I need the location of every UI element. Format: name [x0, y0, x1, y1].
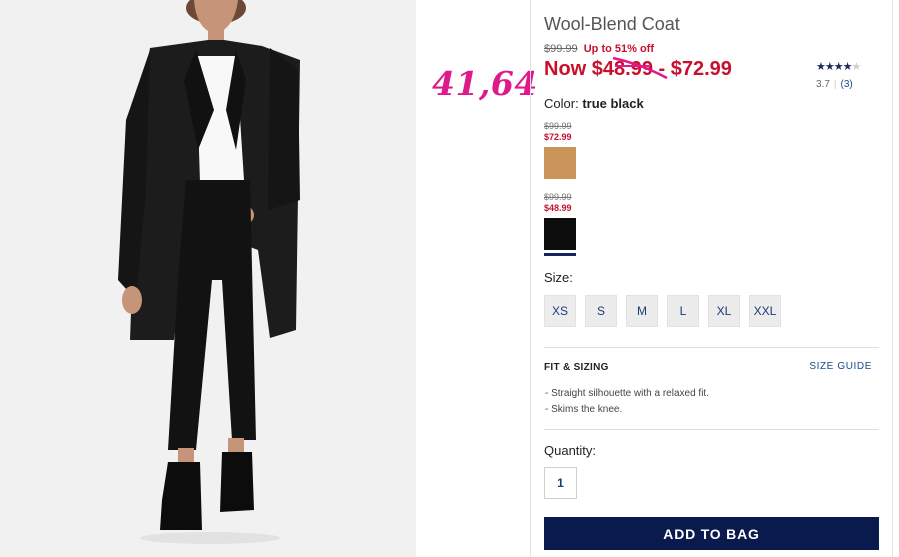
color-swatch-camel[interactable] [544, 147, 576, 179]
color-swatch-true-black[interactable] [544, 218, 576, 250]
product-detail-panel: Wool-Blend Coat $99.99 Up to 51% off Now… [530, 0, 893, 557]
quantity-label: Quantity: [544, 443, 597, 458]
color-label-text: Color: [544, 96, 579, 111]
fit-bullet: - Skims the knee. [545, 404, 623, 415]
swatch-new-price: $48.99 [544, 203, 572, 213]
price-annotation: 41,64 [432, 64, 538, 103]
rating-meta: 3.7 | (3) [816, 79, 853, 90]
star-rating-icon: ★★★★★ [816, 61, 861, 73]
rating-value: 3.7 [816, 79, 830, 90]
size-m-button[interactable]: M [626, 295, 658, 327]
size-s-button[interactable]: S [585, 295, 617, 327]
selected-color-name: true black [582, 96, 644, 111]
swatch-black-group[interactable]: $99.99 $48.99 [544, 192, 576, 256]
size-label: Size: [544, 270, 573, 285]
product-image [0, 0, 416, 557]
swatch-old-price: $99.99 [544, 192, 572, 202]
swatch-new-price: $72.99 [544, 132, 572, 142]
size-l-button[interactable]: L [667, 295, 699, 327]
fit-details-list: - Straight silhouette with a relaxed fit… [545, 386, 709, 418]
now-prefix: Now [544, 58, 587, 80]
divider [544, 347, 879, 348]
size-xxl-button[interactable]: XXL [749, 295, 781, 327]
size-xl-button[interactable]: XL [708, 295, 740, 327]
sale-price-high: $72.99 [670, 58, 732, 80]
original-price: $99.99 [544, 43, 578, 55]
handwritten-strike [612, 56, 668, 80]
size-options: XS S M L XL XXL [544, 295, 790, 327]
fit-bullet: - Straight silhouette with a relaxed fit… [545, 388, 709, 399]
add-to-bag-button[interactable]: ADD TO BAG [544, 517, 879, 550]
color-label: Color: true black [544, 96, 644, 111]
product-title: Wool-Blend Coat [544, 14, 680, 34]
review-count-link[interactable]: (3) [841, 79, 853, 90]
quantity-input[interactable]: 1 [544, 467, 577, 499]
rating-widget[interactable]: ★★★★★ 3.7 | (3) [816, 60, 861, 90]
selected-swatch-indicator [544, 253, 576, 256]
size-xs-button[interactable]: XS [544, 295, 576, 327]
size-guide-link[interactable]: SIZE GUIDE [809, 361, 872, 372]
swatch-camel-group[interactable]: $99.99 $72.99 [544, 121, 576, 179]
fit-sizing-heading: FIT & SIZING [544, 362, 609, 373]
divider [544, 429, 879, 430]
swatch-old-price: $99.99 [544, 121, 572, 131]
